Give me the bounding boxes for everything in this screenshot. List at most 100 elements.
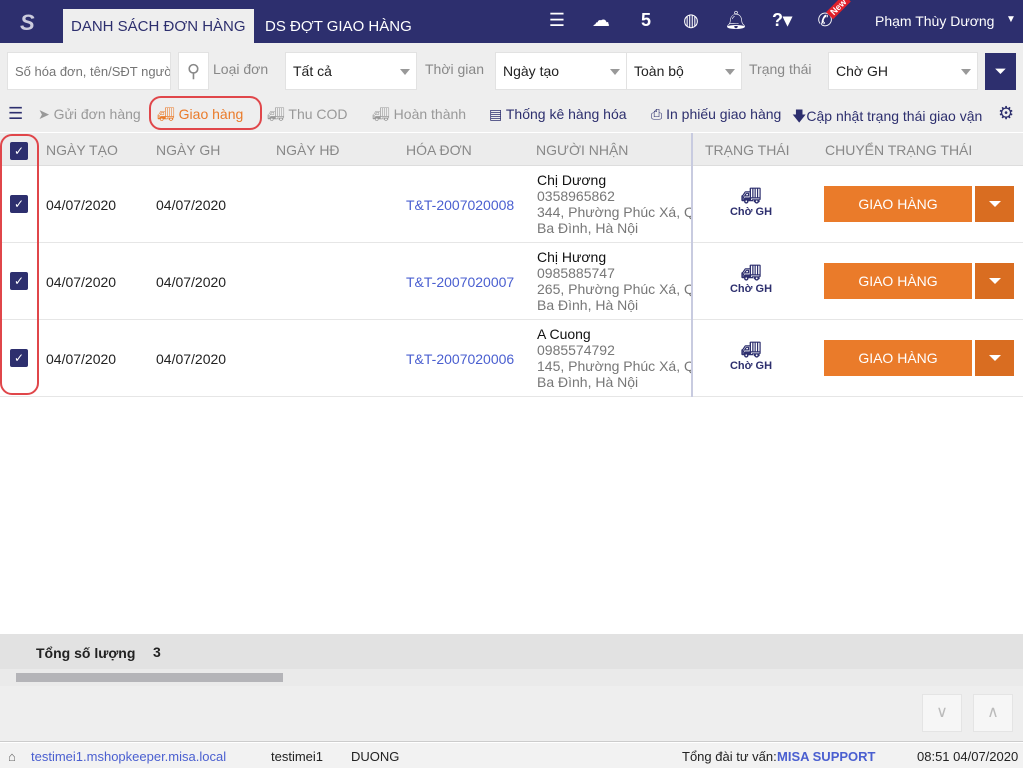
support-link[interactable]: MISA SUPPORT [777, 749, 875, 764]
deliver-options-dropdown[interactable] [975, 263, 1014, 299]
bell-icon[interactable]: 🔔︎ [724, 10, 748, 31]
col-invoice-date[interactable]: NGÀY HĐ [276, 142, 340, 158]
receiver-name: Chị Hương [537, 249, 607, 265]
receiver-address-line2: Ba Đình, Hà Nội [537, 297, 639, 313]
cod-truck-icon: 🚚︎ [267, 106, 289, 122]
complete-button[interactable]: 🚚︎ Hoàn thành [372, 106, 466, 123]
deliver-options-dropdown[interactable] [975, 340, 1014, 376]
domain-link[interactable]: testimei1.mshopkeeper.misa.local [31, 749, 226, 764]
collect-cod-button[interactable]: 🚚︎ Thu COD [267, 106, 348, 123]
receiver-phone: 0985885747 [537, 265, 615, 281]
col-created-date[interactable]: NGÀY TẠO [46, 142, 118, 158]
scroll-down-button[interactable]: ∨ [922, 694, 962, 732]
col-receiver[interactable]: NGƯỜI NHẬN [536, 142, 628, 158]
order-type-value: Tất cả [293, 63, 332, 79]
deliver-row-button[interactable]: GIAO HÀNG [824, 186, 972, 222]
receiver-address: 344, Phường Phúc Xá, Quận [537, 204, 692, 220]
created-date: 04/07/2020 [46, 351, 117, 367]
top-header: S DANH SÁCH ĐƠN HÀNG DS ĐỢT GIAO HÀNG ☰ … [0, 0, 1023, 43]
new-badge: New [826, 0, 851, 20]
filter-button[interactable]: ⏷ [985, 53, 1016, 90]
receiver-address-line2: Ba Đình, Hà Nội [537, 220, 639, 236]
table-row[interactable]: ✓ 04/07/2020 04/07/2020 T&T-2007020007 C… [0, 243, 1023, 320]
status-badge: 🚚︎ Chờ GH [720, 186, 782, 218]
status-branch: DUONG [351, 749, 400, 764]
app-logo[interactable]: S [20, 10, 35, 36]
receiver-name: A Cuong [537, 326, 591, 342]
menu-toggle-icon[interactable]: ☰ [8, 104, 23, 124]
search-input[interactable] [7, 52, 171, 90]
invoice-link[interactable]: T&T-2007020006 [406, 351, 514, 367]
user-dropdown-icon[interactable]: ▼ [1006, 14, 1016, 25]
horizontal-scrollbar[interactable] [0, 669, 1023, 686]
highlight-deliver [149, 96, 262, 130]
print-label: In phiếu giao hàng [666, 106, 782, 122]
waiting-truck-icon: 🚚︎ [740, 188, 762, 205]
invoice-link[interactable]: T&T-2007020008 [406, 197, 514, 213]
cod-label: Thu COD [288, 106, 348, 122]
send-order-button[interactable]: ➤ Gửi đơn hàng [38, 106, 141, 123]
time-field-value: Ngày tạo [503, 63, 560, 79]
table-header: ✓ NGÀY TẠO NGÀY GH NGÀY HĐ HÓA ĐƠN NGƯỜI… [0, 133, 1023, 166]
status-badge: 🚚︎ Chờ GH [720, 263, 782, 295]
status-text: Chờ GH [729, 206, 773, 218]
receiver-address: 265, Phường Phúc Xá, Quận [537, 281, 692, 297]
scrollbar-thumb[interactable] [16, 673, 283, 682]
delivery-date: 04/07/2020 [156, 274, 227, 290]
tab-order-list[interactable]: DANH SÁCH ĐƠN HÀNG [63, 9, 254, 43]
invoice-link[interactable]: T&T-2007020007 [406, 274, 514, 290]
time-range-select[interactable]: Toàn bộ [626, 52, 742, 90]
bottom-panel: ∨ ∧ [0, 686, 1023, 742]
waiting-truck-icon: 🚚︎ [740, 265, 762, 282]
download-arrow-icon: 🡇 [792, 108, 807, 124]
created-date: 04/07/2020 [46, 274, 117, 290]
frozen-column-divider [691, 133, 693, 397]
print-button[interactable]: ⎙ In phiếu giao hàng [651, 106, 781, 123]
total-count: 3 [153, 644, 161, 660]
status-value: Chờ GH [836, 63, 888, 79]
delivery-date: 04/07/2020 [156, 197, 227, 213]
user-name[interactable]: Phạm Thùy Dương [875, 13, 994, 29]
receiver-phone: 0358965862 [537, 188, 615, 204]
status-user: testimei1 [271, 749, 324, 764]
send-icon: ➤ [38, 106, 54, 122]
order-type-label: Loại đơn [213, 61, 269, 77]
stats-button[interactable]: ▤ Thống kê hàng hóa [489, 106, 627, 123]
s-logo-icon[interactable]: 5 [634, 10, 658, 31]
order-type-select[interactable]: Tất cả [285, 52, 417, 90]
total-label: Tổng số lượng [36, 645, 136, 661]
update-status-button[interactable]: 🡇Cập nhật trạng thái giao vận [792, 106, 982, 130]
status-datetime: 08:51 04/07/2020 [917, 749, 1019, 764]
status-select[interactable]: Chờ GH [828, 52, 978, 90]
col-status[interactable]: TRẠNG THÁI [705, 142, 790, 158]
time-range-value: Toàn bộ [634, 63, 684, 79]
col-change-status[interactable]: CHUYỂN TRẠNG THÁI [825, 142, 972, 158]
col-invoice[interactable]: HÓA ĐƠN [406, 142, 472, 158]
settings-gear-icon[interactable]: ⚙ [998, 103, 1014, 124]
status-bar: ⌂ testimei1.mshopkeeper.misa.local testi… [0, 743, 1023, 768]
created-date: 04/07/2020 [46, 197, 117, 213]
home-icon[interactable]: ⌂ [8, 749, 16, 764]
complete-label: Hoàn thành [393, 106, 467, 122]
globe-icon[interactable]: ◍ [679, 10, 703, 31]
status-text: Chờ GH [729, 283, 773, 295]
menu-icon[interactable]: ☰ [545, 10, 569, 31]
time-field-select[interactable]: Ngày tạo [495, 52, 627, 90]
status-text: Chờ GH [729, 360, 773, 372]
table-row[interactable]: ✓ 04/07/2020 04/07/2020 T&T-2007020008 C… [0, 166, 1023, 243]
time-label: Thời gian [425, 61, 484, 77]
cloud-sync-icon[interactable]: ☁ [589, 10, 613, 31]
help-icon[interactable]: ?▾ [764, 10, 800, 31]
col-delivery-date[interactable]: NGÀY GH [156, 142, 220, 158]
deliver-row-button[interactable]: GIAO HÀNG [824, 263, 972, 299]
deliver-options-dropdown[interactable] [975, 186, 1014, 222]
receiver-name: Chị Dương [537, 172, 607, 188]
update-label: Cập nhật trạng thái giao vận [806, 108, 983, 124]
scroll-up-button[interactable]: ∧ [973, 694, 1013, 732]
table-row[interactable]: ✓ 04/07/2020 04/07/2020 T&T-2007020006 A… [0, 320, 1023, 397]
complete-truck-icon: 🚚︎ [372, 106, 394, 122]
search-button[interactable]: ⚲ [178, 52, 209, 90]
receiver-info: Chị Hương 0985885747 265, Phường Phúc Xá… [537, 249, 692, 313]
tab-delivery-batches[interactable]: DS ĐỢT GIAO HÀNG [257, 9, 420, 43]
deliver-row-button[interactable]: GIAO HÀNG [824, 340, 972, 376]
